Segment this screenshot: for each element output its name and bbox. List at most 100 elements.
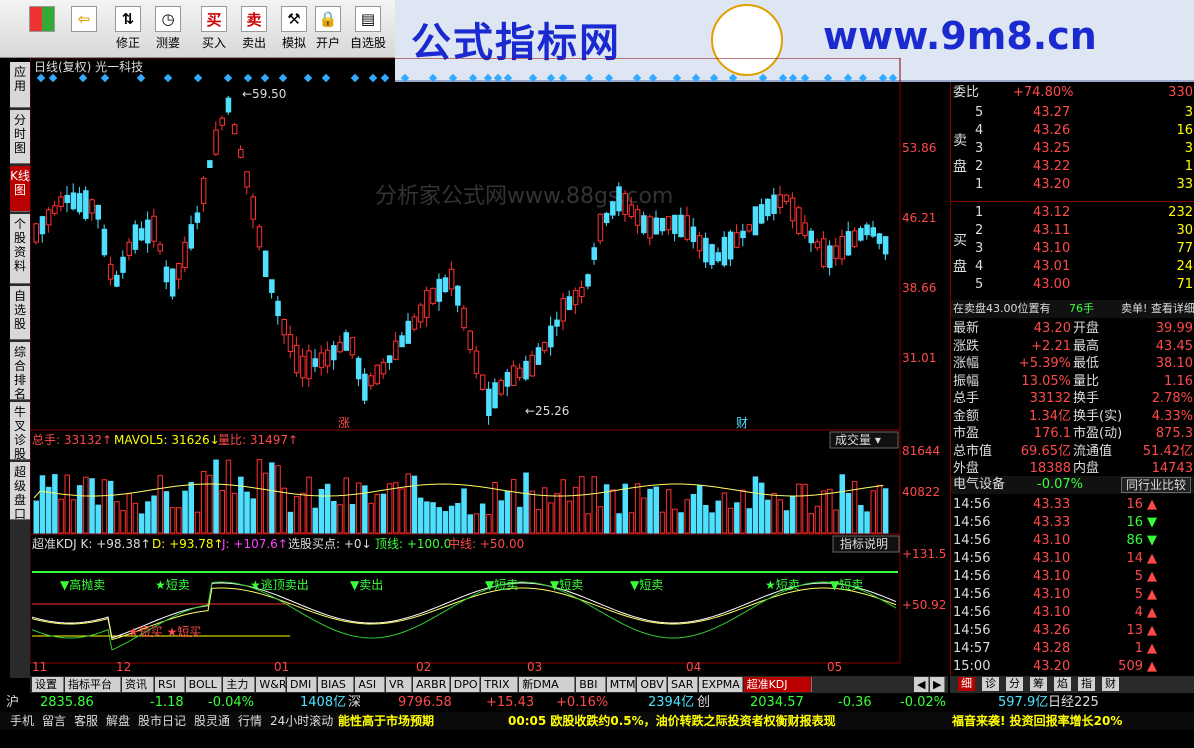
left-tab-1[interactable]: 分时图 — [10, 110, 30, 164]
footer-link[interactable]: 股市日记 — [138, 712, 186, 730]
news-ticker[interactable]: 00:05 欧股收跌约0.5%，油价转跌之际投资者权衡财报表现 — [508, 712, 836, 730]
panel-tab[interactable]: 焰 — [1054, 677, 1071, 691]
candle-body — [393, 340, 399, 360]
indicator-tab[interactable]: 设置 — [32, 677, 64, 692]
volume-bar — [864, 511, 870, 534]
toolbar-folder-button[interactable]: ▤ 自选股 — [344, 2, 392, 56]
indicator-tab[interactable]: 新DMA — [519, 677, 576, 692]
layout-button[interactable] — [24, 2, 60, 56]
volume-bar — [876, 484, 883, 534]
indicator-tab[interactable]: BIAS — [317, 677, 355, 692]
news-ticker[interactable]: 福音来袭! 投资回报率增长20% — [952, 712, 1122, 730]
back-button[interactable]: ⇦ — [66, 2, 102, 56]
tab-scroll-right-icon[interactable]: ▶ — [930, 677, 945, 692]
toolbar-sell-button[interactable]: 卖卖出 — [236, 2, 272, 56]
candle-body — [355, 357, 362, 380]
volume-bar — [455, 503, 461, 534]
left-tab-0[interactable]: 应用 — [10, 62, 30, 108]
footer-link[interactable]: 行情 — [238, 712, 262, 730]
volume-bar — [560, 479, 566, 534]
panel-tab[interactable]: 细 — [958, 677, 975, 691]
indicator-tab[interactable]: 资讯 — [122, 677, 154, 692]
volume-bar — [808, 513, 814, 534]
candle-body — [213, 129, 219, 155]
indicator-tab[interactable]: MTM — [606, 677, 637, 692]
volume-axis-label: 40822 — [902, 485, 940, 499]
toolbar-lock-button[interactable]: 🔒 开户 — [310, 2, 346, 56]
footer-link[interactable]: 客服 — [74, 712, 98, 730]
panel-tab[interactable]: 财 — [1102, 677, 1119, 691]
candle-body — [678, 214, 684, 238]
stat-value: 43.20 — [1033, 321, 1071, 336]
volume-bar — [33, 500, 39, 534]
indicator-tab[interactable]: TRIX — [481, 677, 519, 692]
toolbar-hammer-button[interactable]: ⚒ 模拟 — [276, 2, 312, 56]
candle-body — [324, 349, 331, 367]
indicator-tab[interactable]: VR — [386, 677, 412, 692]
signal-marker — [78, 73, 88, 83]
left-tab-4[interactable]: 自选股 — [10, 286, 30, 340]
footer-link[interactable]: 解盘 — [106, 712, 130, 730]
panel-tab[interactable]: 筹 — [1030, 677, 1047, 691]
stat-row: 市盈 176.1 市盈(动) 875.3 — [951, 425, 1194, 443]
tick-row: 14:57 43.28 1 ▲ — [951, 640, 1194, 658]
tick-price: 43.10 — [1033, 569, 1071, 584]
tick-price: 43.10 — [1033, 551, 1071, 566]
signal-marker — [428, 73, 438, 83]
toolbar-up-down-arrow-button[interactable]: ⇅ 修正 — [110, 2, 146, 56]
stat-value: 2.78% — [1151, 391, 1193, 406]
indicator-tab[interactable]: 超准KDJ — [743, 677, 812, 692]
tick-volume: 86 — [1126, 533, 1143, 548]
footer-link[interactable]: 24小时滚动 — [270, 712, 333, 730]
indicator-tab[interactable]: 主力 — [223, 677, 256, 692]
grid-icon — [29, 6, 55, 32]
indicator-tab[interactable]: DPO — [450, 677, 481, 692]
left-tab-3[interactable]: 个股资料 — [10, 214, 30, 284]
candle-body — [777, 194, 783, 208]
panel-tab[interactable]: 指 — [1078, 677, 1095, 691]
indicator-tab[interactable]: DMI — [287, 677, 317, 692]
tab-scroll-left-icon[interactable]: ◀ — [914, 677, 929, 692]
panel-tab[interactable]: 分 — [1006, 677, 1023, 691]
candle-body — [256, 226, 263, 248]
toolbar-button-label: 卖出 — [241, 36, 266, 50]
volume-bar — [659, 511, 666, 534]
candle-body — [709, 244, 715, 265]
left-tab-6[interactable]: 牛叉诊股 — [10, 402, 30, 461]
volume-bar — [380, 493, 387, 534]
left-tab-5[interactable]: 综合排名 — [10, 342, 30, 401]
footer-link[interactable]: 股灵通 — [194, 712, 230, 730]
volume-bar — [734, 502, 740, 534]
stat-label: 开盘 — [1073, 321, 1100, 336]
left-tab-7[interactable]: 超级盘口 — [10, 462, 30, 521]
indicator-tab[interactable]: EXPMA — [698, 677, 743, 692]
indicator-tab[interactable]: ASI — [355, 677, 385, 692]
indicator-tab[interactable]: RSI — [155, 677, 185, 692]
indicator-tab[interactable]: SAR — [668, 677, 698, 692]
indicator-tab[interactable]: BOLL — [185, 677, 223, 692]
volume-bar — [715, 500, 721, 534]
candle-body — [455, 285, 461, 306]
footer-link[interactable]: 手机 — [10, 712, 34, 730]
footer-link[interactable]: 留言 — [42, 712, 66, 730]
compare-industry-button[interactable]: 同行业比较 — [1121, 477, 1192, 493]
indicator-tab[interactable]: BBI — [576, 677, 606, 692]
indicator-tab[interactable]: ARBR — [413, 677, 450, 692]
indicator-tab[interactable]: 指标平台 — [65, 677, 121, 692]
left-tab-2[interactable]: K线图 — [10, 166, 30, 212]
kline-chart[interactable]: 日线(复权) 光一科技 分析家公式网www.88gs.com 53.86 46.21 3… — [30, 58, 948, 678]
index-item: 2034.57 — [750, 695, 804, 710]
quote-panel: 委比 +74.80% 330 卖盘 买盘 5 43.27 3 4 43.26 16 3 43.25 3 2 4… — [950, 82, 1194, 678]
indicator-tab[interactable]: W&R — [256, 677, 287, 692]
sector-row: 电气设备 -0.07% 同行业比较 — [951, 476, 1194, 494]
toolbar-buy-button[interactable]: 买买入 — [196, 2, 232, 56]
volume-bar — [368, 502, 374, 534]
toolbar-clock-button[interactable]: ◷ 测婆 — [150, 2, 186, 56]
candle-body — [33, 223, 39, 243]
chart-svg[interactable]: 日线(复权) 光一科技分析家公式网www.88gs.com 53.86 46.21 3… — [30, 58, 948, 678]
panel-tab[interactable]: 诊 — [982, 677, 999, 691]
indicator-tab[interactable]: OBV — [637, 677, 667, 692]
volume-bar — [374, 493, 380, 534]
news-ticker[interactable]: 能性高于市场预期 — [338, 712, 434, 730]
stat-row: 振幅 13.05% 量比 1.16 — [951, 373, 1194, 391]
